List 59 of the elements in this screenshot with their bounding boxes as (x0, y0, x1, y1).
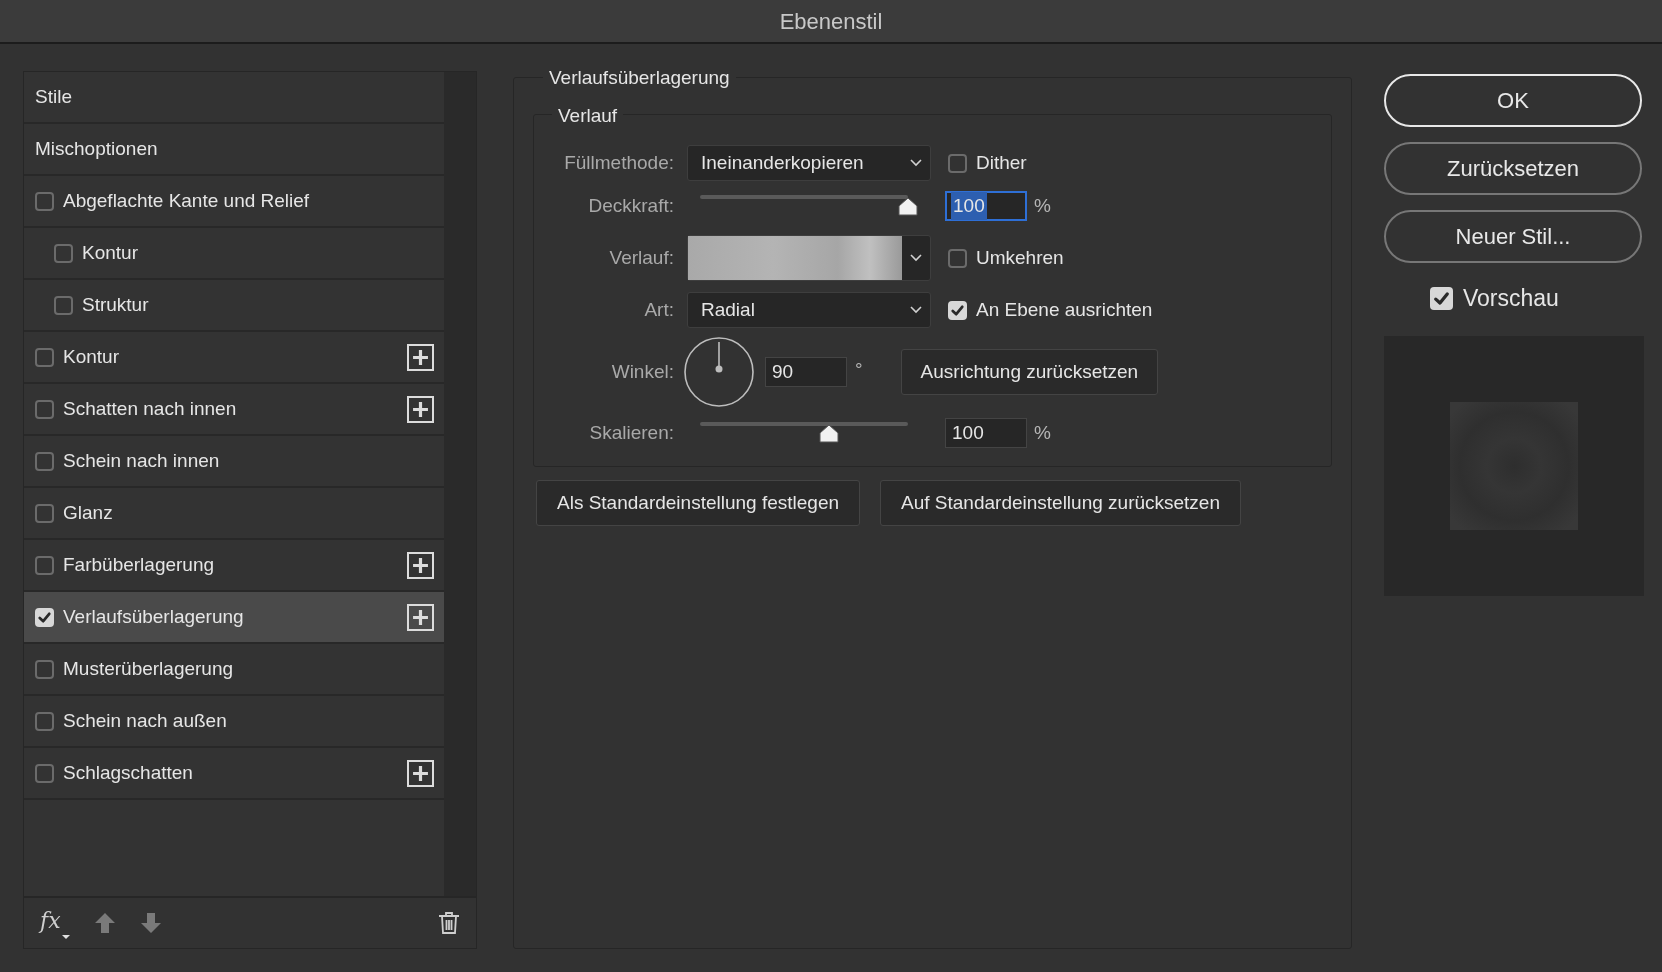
window-title: Ebenenstil (779, 7, 883, 36)
slider-thumb[interactable] (817, 424, 840, 444)
add-icon[interactable] (407, 395, 434, 423)
gradient-picker[interactable] (687, 235, 931, 281)
trash-icon[interactable] (438, 911, 460, 935)
unit-label: % (1034, 193, 1051, 218)
dropdown[interactable]: Ineinanderkopieren (687, 145, 931, 181)
field-value: 90 (771, 359, 795, 384)
checkbox[interactable] (948, 153, 967, 173)
checkbox[interactable] (1430, 286, 1453, 310)
unit-label: % (1034, 420, 1051, 445)
slider-thumb[interactable] (897, 197, 919, 217)
checkbox[interactable] (948, 300, 967, 320)
checkbox[interactable] (54, 295, 73, 315)
add-icon[interactable] (407, 551, 434, 579)
chevron-down-icon (910, 159, 922, 167)
panel-button[interactable]: Auf Standardeinstellung zurücksetzen (880, 480, 1241, 526)
checkbox[interactable] (35, 659, 54, 679)
field-label: Verlauf: (608, 245, 674, 270)
dialog-button[interactable]: Neuer Stil... (1384, 210, 1642, 263)
chevron-down-icon (910, 254, 922, 262)
checkbox-label: An Ebene ausrichten (976, 297, 1153, 322)
checkbox-label: Vorschau (1463, 284, 1559, 313)
field-label: Füllmethode: (563, 150, 674, 175)
checkbox[interactable] (948, 248, 967, 268)
panel-button[interactable]: Als Standardeinstellung festlegen (536, 480, 861, 526)
add-icon[interactable] (407, 759, 434, 787)
checkbox-label: Umkehren (976, 245, 1064, 270)
checkbox[interactable] (35, 711, 54, 731)
field-value: 100 (951, 420, 985, 445)
field-label: Art: (643, 297, 674, 322)
checkbox-label: Dither (976, 150, 1027, 175)
checkbox[interactable] (35, 451, 54, 471)
add-icon[interactable] (407, 603, 434, 631)
checkbox[interactable] (35, 763, 54, 783)
checkbox[interactable] (35, 347, 54, 367)
checkbox[interactable] (35, 555, 54, 575)
style-list-item[interactable]: Verlaufsüberlagerung (24, 592, 444, 644)
checkbox[interactable] (54, 243, 73, 263)
number-field[interactable]: 90 (765, 357, 847, 387)
reset-alignment-button[interactable]: Ausrichtung zurücksetzen (900, 349, 1159, 395)
unit-label: ° (855, 358, 863, 382)
field-label: Winkel: (610, 359, 674, 384)
dropdown[interactable]: Radial (687, 292, 931, 328)
number-field[interactable]: 100 (945, 418, 1027, 448)
chevron-down-icon (910, 306, 922, 314)
add-icon[interactable] (407, 343, 434, 371)
dialog-button[interactable]: Zurücksetzen (1384, 142, 1642, 195)
checkbox[interactable] (35, 503, 54, 523)
checkbox[interactable] (35, 399, 54, 419)
field-label: Deckkraft: (587, 193, 674, 218)
number-field[interactable]: 100 (945, 191, 1027, 221)
dialog-button[interactable]: OK (1384, 74, 1642, 127)
checkbox[interactable] (35, 191, 54, 211)
field-label: Skalieren: (588, 420, 674, 445)
checkbox[interactable] (35, 607, 54, 627)
selected-text: 100 (951, 191, 987, 221)
angle-dial[interactable] (683, 336, 755, 408)
effects-button[interactable]: fx (38, 906, 71, 940)
